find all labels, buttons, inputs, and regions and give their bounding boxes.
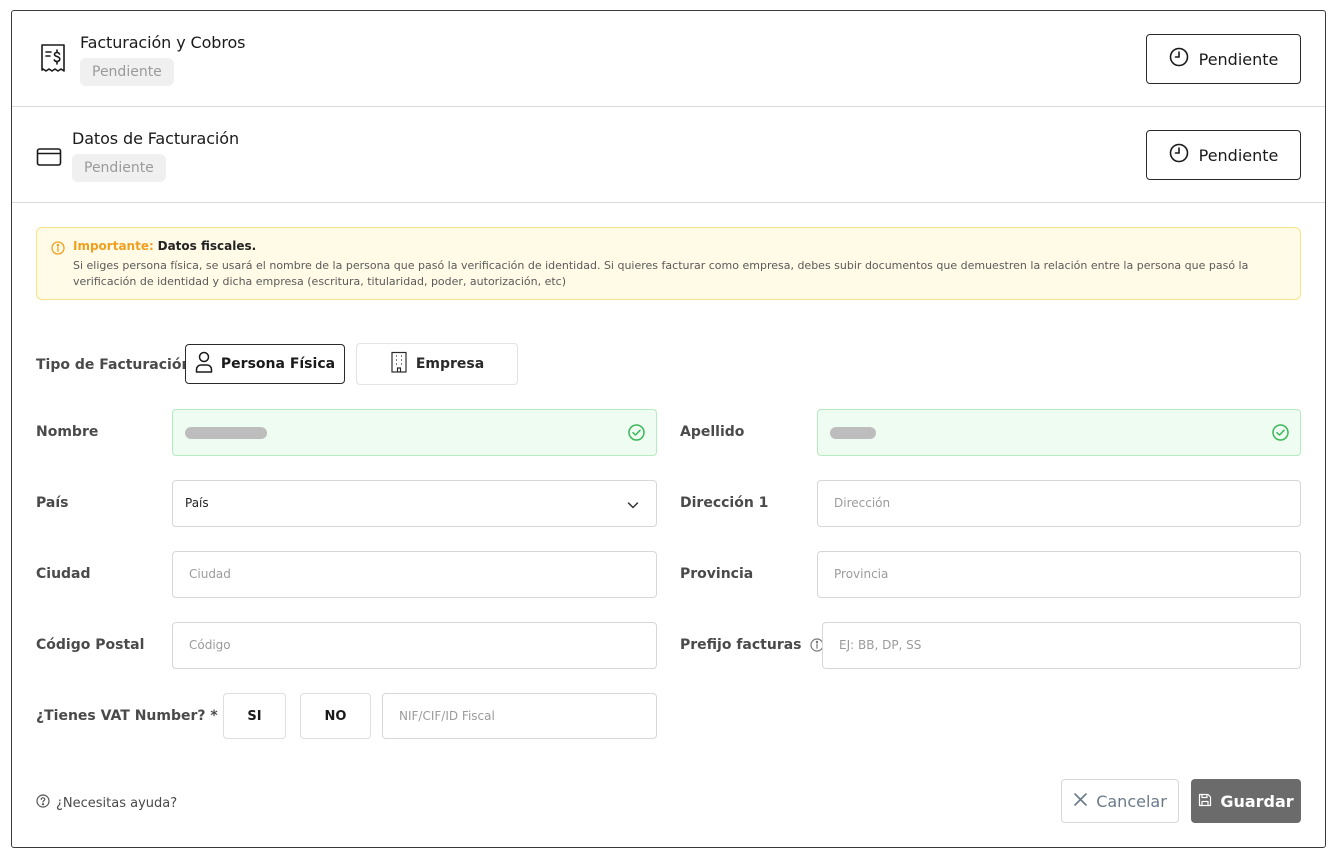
info-icon bbox=[51, 240, 65, 259]
save-label: Guardar bbox=[1220, 791, 1294, 811]
cancel-label: Cancelar bbox=[1096, 791, 1167, 811]
empresa-label: Empresa bbox=[415, 356, 485, 372]
ciudad-label: Ciudad bbox=[36, 566, 91, 582]
important-alert: Importante: Datos fiscales. Si eliges pe… bbox=[36, 227, 1301, 300]
direccion-input[interactable]: Dirección bbox=[817, 480, 1301, 527]
vat-number-placeholder: NIF/CIF/ID Fiscal bbox=[399, 709, 495, 723]
clock-icon bbox=[1169, 47, 1189, 71]
prefijo-placeholder: EJ: BB, DP, SS bbox=[839, 638, 922, 652]
section-title: Datos de Facturación bbox=[72, 129, 240, 148]
alert-body: Si eliges persona física, se usará el no… bbox=[73, 259, 1249, 288]
provincia-placeholder: Provincia bbox=[834, 567, 889, 581]
section-facturacion-cobros[interactable]: Facturación y Cobros Pendiente Pendiente bbox=[12, 11, 1325, 107]
prefijo-label-text: Prefijo facturas bbox=[680, 637, 802, 653]
alert-heading: Importante: Datos fiscales. bbox=[73, 239, 256, 253]
billing-type-label: Tipo de Facturación bbox=[36, 357, 192, 373]
alert-highlight: Importante: bbox=[73, 239, 154, 253]
codigo-postal-placeholder: Código bbox=[189, 638, 231, 652]
vat-yes-button[interactable]: SI bbox=[223, 693, 286, 739]
apellido-label: Apellido bbox=[680, 424, 745, 440]
status-button[interactable]: Pendiente bbox=[1146, 34, 1301, 84]
save-icon bbox=[1198, 792, 1212, 811]
chevron-down-icon bbox=[626, 497, 640, 516]
clock-icon bbox=[1169, 143, 1189, 167]
vat-label-text: ¿Tienes VAT Number? * bbox=[36, 708, 218, 724]
credit-card-icon bbox=[34, 145, 64, 169]
provincia-label: Provincia bbox=[680, 566, 754, 582]
check-circle-icon bbox=[1272, 424, 1289, 445]
alert-title: Datos fiscales. bbox=[157, 239, 257, 253]
cancel-button[interactable]: Cancelar bbox=[1061, 779, 1179, 823]
question-circle-icon bbox=[36, 794, 50, 812]
help-text: ¿Necesitas ayuda? bbox=[56, 795, 178, 811]
direccion-label: Dirección 1 bbox=[680, 495, 769, 511]
status-badge: Pendiente bbox=[72, 154, 166, 182]
save-button[interactable]: Guardar bbox=[1191, 779, 1301, 823]
vat-number-input[interactable]: NIF/CIF/ID Fiscal bbox=[382, 693, 657, 739]
receipt-dollar-icon bbox=[36, 41, 70, 75]
apellido-input[interactable] bbox=[817, 409, 1301, 456]
persona-fisica-label: Persona Física bbox=[220, 356, 336, 372]
status-button-label: Pendiente bbox=[1198, 145, 1279, 165]
close-icon bbox=[1073, 792, 1088, 811]
vat-no-button[interactable]: NO bbox=[300, 693, 371, 739]
persona-fisica-button[interactable]: Persona Física bbox=[185, 344, 345, 384]
prefijo-label: Prefijo facturas bbox=[680, 637, 824, 653]
status-button[interactable]: Pendiente bbox=[1146, 130, 1301, 180]
help-link[interactable]: ¿Necesitas ayuda? bbox=[36, 794, 177, 812]
ciudad-input[interactable]: Ciudad bbox=[172, 551, 657, 598]
billing-panel: Facturación y Cobros Pendiente Pendiente… bbox=[11, 10, 1326, 848]
redacted-value bbox=[185, 427, 267, 439]
pais-select[interactable]: País bbox=[172, 480, 657, 527]
ciudad-placeholder: Ciudad bbox=[189, 567, 231, 581]
provincia-input[interactable]: Provincia bbox=[817, 551, 1301, 598]
nombre-input[interactable] bbox=[172, 409, 657, 456]
pais-selected-value: País bbox=[185, 496, 209, 510]
user-icon bbox=[195, 351, 213, 377]
building-icon bbox=[390, 351, 408, 377]
codigo-postal-label: Código Postal bbox=[36, 637, 145, 653]
direccion-placeholder: Dirección bbox=[834, 496, 891, 510]
section-datos-facturacion[interactable]: Datos de Facturación Pendiente Pendiente bbox=[12, 107, 1325, 203]
nombre-label: Nombre bbox=[36, 424, 99, 440]
status-badge: Pendiente bbox=[80, 58, 174, 86]
redacted-value bbox=[830, 427, 876, 439]
status-button-label: Pendiente bbox=[1198, 49, 1279, 69]
pais-label: País bbox=[36, 495, 69, 511]
prefijo-input[interactable]: EJ: BB, DP, SS bbox=[822, 622, 1301, 669]
check-circle-icon bbox=[628, 424, 645, 445]
empresa-button[interactable]: Empresa bbox=[356, 343, 518, 385]
vat-label: ¿Tienes VAT Number? * bbox=[36, 708, 239, 724]
section-title: Facturación y Cobros bbox=[80, 33, 246, 52]
codigo-postal-input[interactable]: Código bbox=[172, 622, 657, 669]
